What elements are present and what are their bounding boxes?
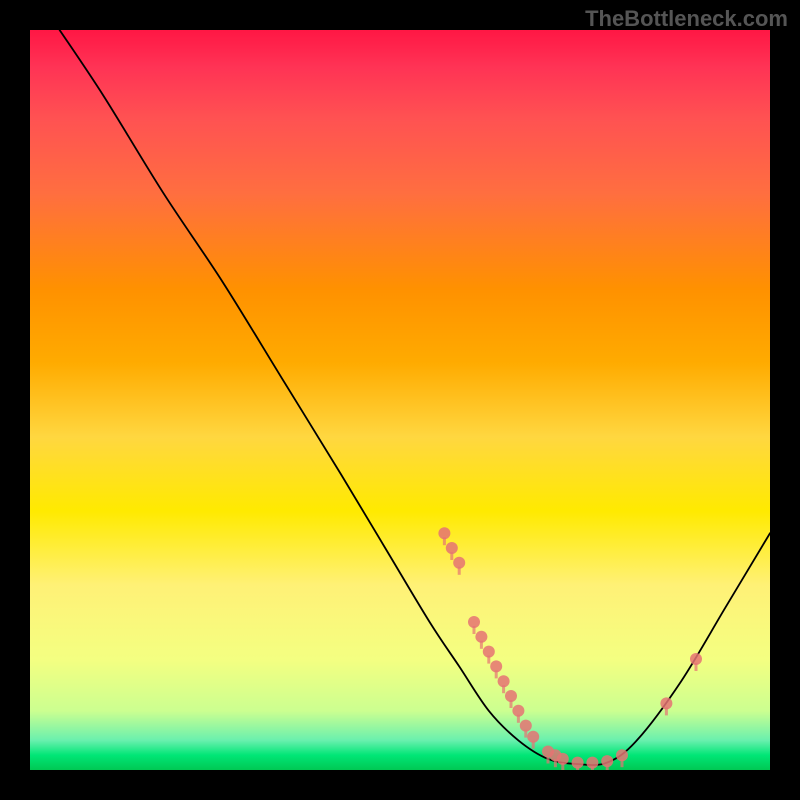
marker-tick <box>458 567 461 575</box>
marker-tick <box>443 537 446 545</box>
marker-tick <box>480 641 483 649</box>
marker-tick <box>665 707 668 715</box>
marker-tick <box>473 626 476 634</box>
marker-tick <box>524 730 527 738</box>
marker-tick <box>576 767 579 770</box>
marker-tick <box>621 759 624 767</box>
watermark-text: TheBottleneck.com <box>585 6 788 32</box>
marker-tick <box>606 765 609 770</box>
plot-area <box>30 30 770 770</box>
marker-tick <box>591 767 594 770</box>
marker-tick <box>561 763 564 770</box>
chart-svg <box>30 30 770 770</box>
marker-tick <box>695 663 698 671</box>
marker-tick <box>554 759 557 767</box>
bottleneck-curve-line <box>60 30 770 765</box>
marker-tick <box>487 656 490 664</box>
marker-tick <box>495 670 498 678</box>
marker-tick <box>502 685 505 693</box>
marker-tick <box>547 756 550 764</box>
marker-tick <box>450 552 453 560</box>
data-markers <box>438 527 702 770</box>
marker-tick <box>532 741 535 749</box>
marker-tick <box>517 715 520 723</box>
marker-tick <box>510 700 513 708</box>
